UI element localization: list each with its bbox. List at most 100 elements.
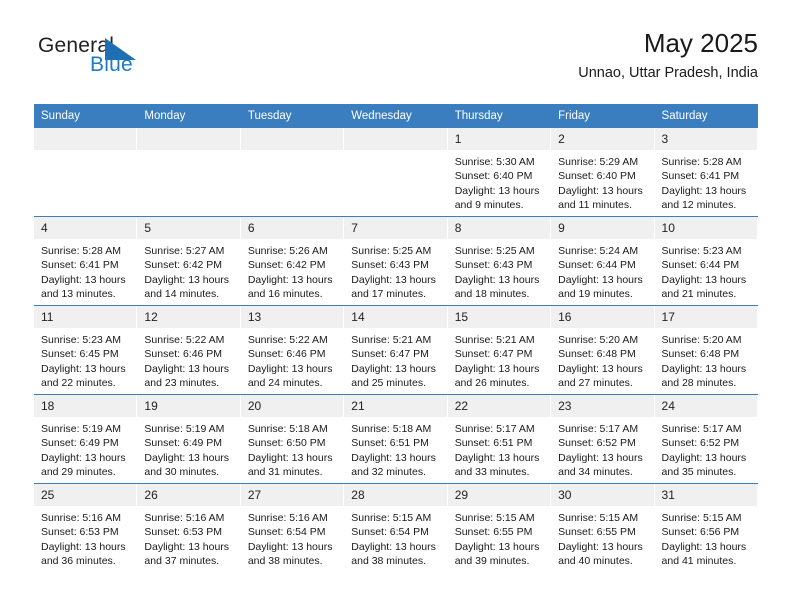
calendar-day-cell[interactable]: 9 Sunrise: 5:24 AM Sunset: 6:44 PM Daylight… xyxy=(551,216,655,306)
calendar-day-cell[interactable]: 21 Sunrise: 5:18 AM Sunset: 6:51 PM Dayligh… xyxy=(344,394,448,484)
calendar-day-cell[interactable]: 20 Sunrise: 5:18 AM Sunset: 6:50 PM Dayligh… xyxy=(240,394,345,484)
day-number: 12 xyxy=(137,306,241,328)
weekday-header-tuesday: Tuesday xyxy=(240,104,345,128)
calendar-day-cell[interactable]: 25 Sunrise: 5:16 AM Sunset: 6:53 PM Dayligh… xyxy=(34,483,138,572)
day-number: 29 xyxy=(447,484,552,506)
calendar-day-cell[interactable]: 18 Sunrise: 5:19 AM Sunset: 6:49 PM Dayligh… xyxy=(34,394,138,484)
calendar-day-cell[interactable]: 1 Sunrise: 5:30 AM Sunset: 6:40 PM Daylight… xyxy=(447,127,552,217)
calendar-day-cell[interactable]: 5 Sunrise: 5:27 AM Sunset: 6:42 PM Daylight… xyxy=(137,216,241,306)
calendar-day-cell-empty xyxy=(137,127,241,217)
calendar-day-cell[interactable]: 23 Sunrise: 5:17 AM Sunset: 6:52 PM Dayligh… xyxy=(551,394,655,484)
sunrise-text: Sunrise: 5:16 AM xyxy=(41,512,121,524)
day-number: 19 xyxy=(137,395,241,417)
day-number: 16 xyxy=(551,306,655,328)
day-details: Sunrise: 5:25 AM Sunset: 6:43 PM Daylight:… xyxy=(344,239,447,302)
sunrise-text: Sunrise: 5:27 AM xyxy=(144,245,225,257)
calendar-body: 1 Sunrise: 5:30 AM Sunset: 6:40 PM Daylight… xyxy=(34,127,758,572)
page-title: May 2025 xyxy=(643,28,758,58)
calendar-day-cell[interactable]: 3 Sunrise: 5:28 AM Sunset: 6:41 PM Daylight… xyxy=(654,127,758,217)
calendar-day-cell[interactable]: 28 Sunrise: 5:15 AM Sunset: 6:54 PM Dayligh… xyxy=(344,483,448,572)
calendar-day-cell[interactable]: 16 Sunrise: 5:20 AM Sunset: 6:48 PM Dayligh… xyxy=(551,305,655,395)
day-details: Sunrise: 5:23 AM Sunset: 6:45 PM Daylight:… xyxy=(34,328,137,391)
day-details xyxy=(344,150,447,155)
calendar-day-cell[interactable]: 12 Sunrise: 5:22 AM Sunset: 6:46 PM Dayligh… xyxy=(137,305,241,395)
calendar-day-cell[interactable]: 8 Sunrise: 5:25 AM Sunset: 6:43 PM Daylight… xyxy=(447,216,552,306)
calendar-day-cell[interactable]: 26 Sunrise: 5:16 AM Sunset: 6:53 PM Dayligh… xyxy=(137,483,241,572)
weekday-header-wednesday: Wednesday xyxy=(344,104,448,128)
calendar-day-cell[interactable]: 15 Sunrise: 5:21 AM Sunset: 6:47 PM Dayligh… xyxy=(447,305,552,395)
sunset-text: Sunset: 6:44 PM xyxy=(558,259,636,272)
weekday-header-thursday: Thursday xyxy=(447,104,552,128)
day-details: Sunrise: 5:17 AM Sunset: 6:51 PM Daylight:… xyxy=(448,417,551,480)
sunset-text: Sunset: 6:43 PM xyxy=(454,259,533,272)
sunset-text: Sunset: 6:41 PM xyxy=(661,170,740,183)
sunrise-text: Sunrise: 5:20 AM xyxy=(558,334,639,346)
sunrise-text: Sunrise: 5:25 AM xyxy=(454,245,535,257)
calendar-day-cell[interactable]: 19 Sunrise: 5:19 AM Sunset: 6:49 PM Dayligh… xyxy=(137,394,241,484)
brand-logo[interactable]: General Blue xyxy=(34,34,214,90)
sunset-text: Sunset: 6:40 PM xyxy=(558,170,636,183)
sunset-text: Sunset: 6:51 PM xyxy=(351,437,429,450)
sunset-text: Sunset: 6:52 PM xyxy=(661,437,740,450)
calendar-day-cell[interactable]: 24 Sunrise: 5:17 AM Sunset: 6:52 PM Dayligh… xyxy=(654,394,758,484)
calendar-day-cell[interactable]: 2 Sunrise: 5:29 AM Sunset: 6:40 PM Daylight… xyxy=(551,127,655,217)
day-details: Sunrise: 5:20 AM Sunset: 6:48 PM Daylight:… xyxy=(655,328,758,391)
day-number: 5 xyxy=(137,217,241,239)
calendar-day-cell[interactable]: 30 Sunrise: 5:15 AM Sunset: 6:55 PM Dayligh… xyxy=(551,483,655,572)
calendar-day-cell[interactable]: 13 Sunrise: 5:22 AM Sunset: 6:46 PM Dayligh… xyxy=(240,305,345,395)
sunrise-text: Sunrise: 5:17 AM xyxy=(558,423,639,435)
calendar-day-cell[interactable]: 27 Sunrise: 5:16 AM Sunset: 6:54 PM Dayligh… xyxy=(240,483,345,572)
sunset-text: Sunset: 6:50 PM xyxy=(247,437,326,450)
calendar-day-cell[interactable]: 7 Sunrise: 5:25 AM Sunset: 6:43 PM Daylight… xyxy=(344,216,448,306)
sunrise-text: Sunrise: 5:20 AM xyxy=(661,334,742,346)
day-details: Sunrise: 5:23 AM Sunset: 6:44 PM Daylight:… xyxy=(655,239,758,302)
calendar-day-cell[interactable]: 31 Sunrise: 5:15 AM Sunset: 6:56 PM Dayligh… xyxy=(654,483,758,572)
day-details: Sunrise: 5:17 AM Sunset: 6:52 PM Daylight:… xyxy=(655,417,758,480)
sunrise-text: Sunrise: 5:23 AM xyxy=(41,334,121,346)
day-details: Sunrise: 5:15 AM Sunset: 6:54 PM Daylight:… xyxy=(344,506,447,569)
sunset-text: Sunset: 6:54 PM xyxy=(247,526,326,539)
sunset-text: Sunset: 6:44 PM xyxy=(661,259,740,272)
daylight-text: Daylight: 13 hours and 17 minutes. xyxy=(351,273,436,301)
calendar-day-cell[interactable]: 10 Sunrise: 5:23 AM Sunset: 6:44 PM Dayligh… xyxy=(654,216,758,306)
title-block: May 2025 Unnao, Uttar Pradesh, India xyxy=(578,28,758,83)
sunset-text: Sunset: 6:49 PM xyxy=(41,437,119,450)
day-number xyxy=(240,128,345,150)
calendar-day-cell[interactable]: 29 Sunrise: 5:15 AM Sunset: 6:55 PM Dayligh… xyxy=(447,483,552,572)
day-number: 28 xyxy=(344,484,448,506)
calendar-day-cell[interactable]: 17 Sunrise: 5:20 AM Sunset: 6:48 PM Dayligh… xyxy=(654,305,758,395)
calendar-day-cell[interactable]: 14 Sunrise: 5:21 AM Sunset: 6:47 PM Dayligh… xyxy=(344,305,448,395)
calendar-day-cell[interactable]: 11 Sunrise: 5:23 AM Sunset: 6:45 PM Dayligh… xyxy=(34,305,138,395)
day-number: 6 xyxy=(240,217,345,239)
sunset-text: Sunset: 6:43 PM xyxy=(351,259,429,272)
daylight-text: Daylight: 13 hours and 25 minutes. xyxy=(351,362,436,390)
daylight-text: Daylight: 13 hours and 11 minutes. xyxy=(558,184,643,212)
sunrise-text: Sunrise: 5:26 AM xyxy=(247,245,328,257)
day-number: 25 xyxy=(34,484,138,506)
day-number: 26 xyxy=(137,484,241,506)
daylight-text: Daylight: 13 hours and 38 minutes. xyxy=(351,540,436,568)
calendar-day-cell[interactable]: 22 Sunrise: 5:17 AM Sunset: 6:51 PM Dayligh… xyxy=(447,394,552,484)
sunrise-text: Sunrise: 5:17 AM xyxy=(661,423,742,435)
day-number: 2 xyxy=(551,128,655,150)
daylight-text: Daylight: 13 hours and 22 minutes. xyxy=(41,362,126,390)
weekday-header-monday: Monday xyxy=(137,104,241,128)
daylight-text: Daylight: 13 hours and 21 minutes. xyxy=(661,273,747,301)
day-details: Sunrise: 5:28 AM Sunset: 6:41 PM Daylight:… xyxy=(655,150,758,213)
day-number: 15 xyxy=(447,306,552,328)
day-number: 14 xyxy=(344,306,448,328)
sunset-text: Sunset: 6:56 PM xyxy=(661,526,740,539)
sunset-text: Sunset: 6:53 PM xyxy=(144,526,223,539)
calendar-day-cell[interactable]: 4 Sunrise: 5:28 AM Sunset: 6:41 PM Daylight… xyxy=(34,216,138,306)
sunrise-text: Sunrise: 5:22 AM xyxy=(144,334,225,346)
sunrise-text: Sunrise: 5:15 AM xyxy=(661,512,742,524)
daylight-text: Daylight: 13 hours and 39 minutes. xyxy=(454,540,540,568)
day-number xyxy=(344,128,448,150)
day-details: Sunrise: 5:16 AM Sunset: 6:53 PM Daylight:… xyxy=(34,506,137,569)
sunrise-text: Sunrise: 5:19 AM xyxy=(144,423,225,435)
sunrise-text: Sunrise: 5:17 AM xyxy=(454,423,535,435)
calendar-day-cell[interactable]: 6 Sunrise: 5:26 AM Sunset: 6:42 PM Daylight… xyxy=(240,216,345,306)
sunrise-text: Sunrise: 5:15 AM xyxy=(351,512,432,524)
day-details: Sunrise: 5:22 AM Sunset: 6:46 PM Daylight:… xyxy=(137,328,240,391)
daylight-text: Daylight: 13 hours and 13 minutes. xyxy=(41,273,126,301)
